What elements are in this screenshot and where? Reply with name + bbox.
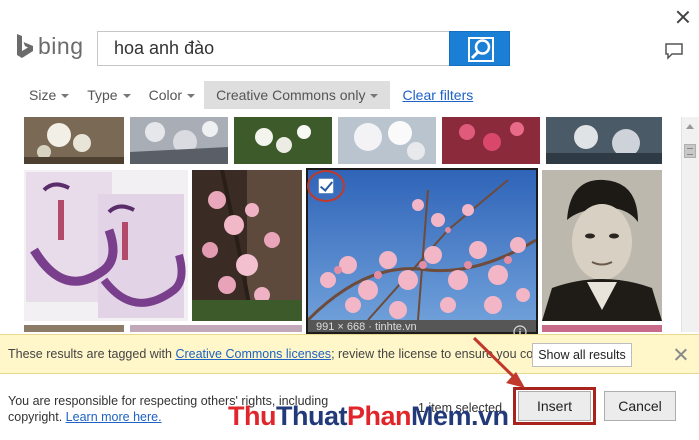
insert-button[interactable]: Insert — [518, 391, 591, 421]
result-thumbnail[interactable] — [192, 170, 302, 321]
scroll-thumb[interactable] — [684, 144, 696, 158]
selected-caption-text: 991 × 668 · tinhte.vn — [316, 321, 417, 333]
results-grid — [0, 117, 699, 332]
checkbox-icon[interactable] — [318, 178, 334, 194]
notice-close-icon[interactable] — [674, 348, 688, 362]
selected-caption: 991 × 668 · tinhte.vn — [308, 320, 536, 334]
filter-color[interactable]: Color — [140, 81, 204, 109]
filter-license[interactable]: Creative Commons only — [204, 81, 391, 109]
logo-text: bing — [38, 32, 84, 59]
result-thumbnail[interactable] — [24, 170, 188, 321]
result-thumbnail[interactable] — [542, 325, 662, 332]
result-thumbnail[interactable] — [130, 325, 302, 332]
result-thumbnail[interactable] — [234, 117, 332, 164]
filter-size[interactable]: Size — [20, 81, 78, 109]
filter-license-label: Creative Commons only — [216, 87, 366, 103]
caret-down-icon — [122, 94, 131, 98]
filter-type-label: Type — [87, 87, 118, 103]
license-notice: These results are tagged with Creative C… — [0, 334, 699, 374]
feedback-icon[interactable] — [664, 42, 684, 60]
watermark-part: .vn — [471, 401, 509, 431]
result-thumbnail[interactable] — [130, 117, 228, 164]
filter-size-label: Size — [29, 87, 57, 103]
watermark-part: Thuat — [275, 401, 348, 431]
caret-down-icon — [187, 94, 196, 98]
result-thumbnail[interactable] — [24, 117, 124, 164]
search-icon — [468, 37, 494, 62]
result-thumbnail[interactable] — [542, 170, 662, 321]
show-all-results-button[interactable]: Show all results — [532, 343, 632, 367]
result-thumbnail[interactable] — [442, 117, 540, 164]
filter-type[interactable]: Type — [78, 81, 139, 109]
bing-logo-icon — [17, 34, 33, 58]
watermark-part: Phan — [346, 401, 412, 431]
caret-down-icon — [61, 94, 70, 98]
notice-text: These results are tagged with Creative C… — [8, 347, 562, 361]
watermark-part: Thu — [228, 401, 276, 431]
filter-color-label: Color — [148, 87, 183, 103]
watermark-part: Mem — [411, 401, 472, 431]
watermark: ThuThuatPhanMem.vn — [228, 401, 509, 439]
caret-down-icon — [370, 94, 379, 98]
filter-bar: Size Type Color Creative Commons only Cl… — [20, 81, 473, 109]
cc-licenses-link[interactable]: Creative Commons licenses — [175, 347, 331, 361]
notice-text-before: These results are tagged with — [8, 347, 176, 361]
clear-filters-link[interactable]: Clear filters — [402, 87, 473, 103]
close-icon[interactable] — [674, 8, 692, 26]
result-thumbnail-selected[interactable] — [308, 170, 536, 320]
result-thumbnail[interactable] — [338, 117, 436, 164]
scroll-up-icon[interactable] — [686, 124, 694, 129]
notice-text-after: ; review the license to ensure you compl… — [331, 347, 563, 361]
result-thumbnail[interactable] — [546, 117, 662, 164]
learn-more-link[interactable]: Learn more here. — [66, 410, 162, 424]
search-box[interactable] — [97, 31, 449, 66]
search-input[interactable] — [98, 32, 449, 65]
search-button[interactable] — [449, 31, 510, 66]
result-thumbnail[interactable] — [24, 325, 124, 332]
cancel-button[interactable]: Cancel — [604, 391, 676, 421]
bing-logo: bing — [15, 32, 83, 60]
